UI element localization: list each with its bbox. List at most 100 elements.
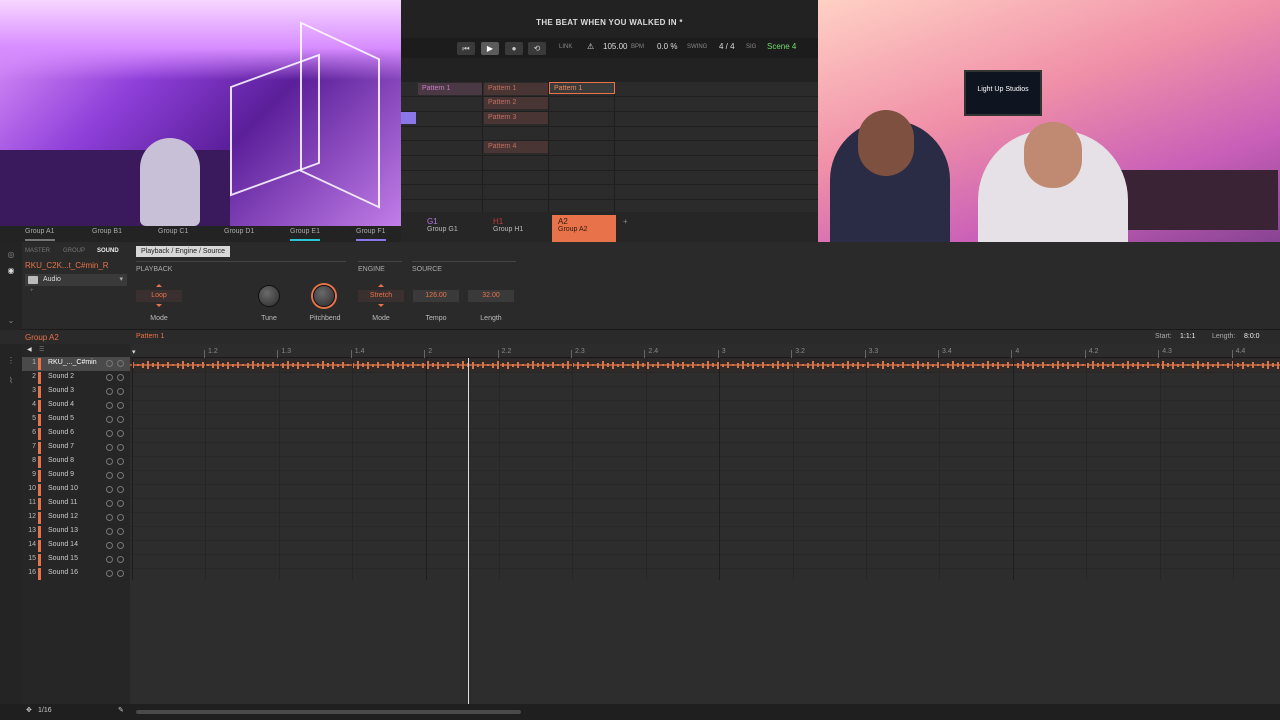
mute-toggle[interactable] [106, 542, 113, 549]
start-value[interactable]: 1:1:1 [1180, 333, 1196, 340]
solo-toggle[interactable] [117, 458, 124, 465]
link-label[interactable]: LINK [559, 44, 572, 50]
sound-row[interactable]: 6 Sound 6 [22, 427, 130, 441]
sound-row[interactable]: 16 Sound 16 [22, 567, 130, 581]
mute-toggle[interactable] [106, 458, 113, 465]
add-plugin-icon[interactable]: + [30, 288, 34, 294]
pattern-grid[interactable] [130, 358, 1280, 704]
step-resolution[interactable]: 1/16 [38, 707, 52, 714]
loop-button[interactable]: ⟲ [528, 42, 546, 55]
sound-row[interactable]: 8 Sound 8 [22, 455, 130, 469]
mute-toggle[interactable] [106, 556, 113, 563]
group-tab[interactable]: Group E1 [290, 228, 320, 235]
list-view-icon[interactable]: ☰ [39, 346, 44, 353]
mute-toggle[interactable] [106, 416, 113, 423]
group-tab[interactable]: Group C1 [158, 228, 188, 235]
pattern-clip[interactable]: Pattern 4 [484, 141, 548, 153]
page-tab[interactable]: Playback / Engine / Source [136, 246, 231, 257]
solo-toggle[interactable] [117, 486, 124, 493]
group-tab[interactable]: Group D1 [224, 228, 254, 235]
group-tab[interactable]: Group B1 [92, 228, 122, 235]
mute-toggle[interactable] [106, 570, 113, 577]
engine-mode-value[interactable]: Stretch [358, 290, 404, 302]
pattern-clip[interactable]: Pattern 2 [484, 97, 548, 109]
solo-toggle[interactable] [117, 570, 124, 577]
pattern-clip[interactable]: Pattern 1 [418, 83, 482, 95]
mute-toggle[interactable] [106, 472, 113, 479]
sound-row[interactable]: 9 Sound 9 [22, 469, 130, 483]
automation-icon[interactable]: ⌇ [6, 376, 16, 386]
mute-toggle[interactable] [106, 430, 113, 437]
timeline-ruler[interactable]: ▾ 1.2 1.3 1.4 2 2.2 2.3 2.4 3 3.2 3.3 3.4 4 4.2 4.3 4.… [130, 344, 1280, 358]
tune-knob[interactable] [258, 285, 280, 307]
solo-toggle[interactable] [117, 374, 124, 381]
mute-toggle[interactable] [106, 444, 113, 451]
play-button[interactable]: ▶ [481, 42, 499, 55]
sound-tab[interactable]: SOUND [97, 248, 119, 254]
sound-row[interactable]: 14 Sound 14 [22, 539, 130, 553]
pattern-clip[interactable]: Pattern 1 [484, 83, 548, 95]
sound-row[interactable]: 2 Sound 2 [22, 371, 130, 385]
solo-toggle[interactable] [117, 514, 124, 521]
sound-row[interactable]: 1 RKU_..._C#min [22, 357, 130, 371]
group-tab-h1[interactable]: H1 Group H1 [487, 215, 551, 242]
grid-icon[interactable]: ✥ [26, 706, 32, 714]
master-tab[interactable]: MASTER [25, 248, 50, 254]
solo-toggle[interactable] [117, 542, 124, 549]
add-group-button[interactable]: + [617, 215, 633, 242]
mute-toggle[interactable] [106, 500, 113, 507]
pattern-clip[interactable]: Pattern 3 [484, 112, 548, 124]
signature-value[interactable]: 4 / 4 [719, 42, 735, 51]
sound-row[interactable]: 12 Sound 12 [22, 511, 130, 525]
speaker-icon[interactable]: ◀ [27, 346, 32, 353]
sound-row[interactable]: 5 Sound 5 [22, 413, 130, 427]
solo-toggle[interactable] [117, 472, 124, 479]
editor-pattern-name[interactable]: Pattern 1 [136, 333, 164, 340]
sound-row[interactable]: 7 Sound 7 [22, 441, 130, 455]
sound-row[interactable]: 13 Sound 13 [22, 525, 130, 539]
pitchbend-knob[interactable] [313, 285, 335, 307]
mute-toggle[interactable] [106, 360, 113, 367]
length-value-editor[interactable]: 8:0:0 [1244, 333, 1260, 340]
solo-toggle[interactable] [117, 416, 124, 423]
pencil-icon[interactable]: ✎ [118, 706, 124, 714]
tempo-value[interactable]: 126.00 [413, 290, 459, 302]
channel-icon[interactable]: ◉ [6, 266, 16, 276]
rewind-button[interactable]: ⏮ [457, 42, 475, 55]
plugin-icon[interactable]: ◎ [6, 250, 16, 260]
sound-row[interactable]: 3 Sound 3 [22, 385, 130, 399]
group-tab-a2[interactable]: A2 Group A2 [552, 215, 616, 242]
mute-toggle[interactable] [106, 388, 113, 395]
group-tab[interactable]: Group F1 [356, 228, 386, 235]
sound-row[interactable]: 15 Sound 15 [22, 553, 130, 567]
bpm-value[interactable]: 105.00 [603, 42, 627, 51]
length-value[interactable]: 32.00 [468, 290, 514, 302]
solo-toggle[interactable] [117, 430, 124, 437]
mute-toggle[interactable] [106, 402, 113, 409]
playback-mode-value[interactable]: Loop [136, 290, 182, 302]
solo-toggle[interactable] [117, 444, 124, 451]
group-tab[interactable]: Group A1 [25, 228, 55, 235]
plugin-selector[interactable]: Audio ▾ [25, 274, 127, 286]
expand-icon[interactable]: ⌄ [6, 316, 16, 326]
record-button[interactable]: ● [505, 42, 523, 55]
horizontal-scrollbar[interactable] [136, 710, 521, 714]
solo-toggle[interactable] [117, 556, 124, 563]
swing-value[interactable]: 0.0 % [657, 42, 677, 51]
ruler-start-marker[interactable]: ▾ [132, 348, 136, 356]
solo-toggle[interactable] [117, 500, 124, 507]
playhead[interactable] [468, 358, 469, 704]
metronome-icon[interactable]: ⚠ [587, 42, 594, 51]
tracks-icon[interactable]: ⋮ [6, 356, 16, 366]
mute-toggle[interactable] [106, 486, 113, 493]
solo-toggle[interactable] [117, 402, 124, 409]
solo-toggle[interactable] [117, 388, 124, 395]
mute-toggle[interactable] [106, 374, 113, 381]
solo-toggle[interactable] [117, 528, 124, 535]
scene-indicator[interactable]: Scene 4 [767, 42, 796, 51]
pattern-clip-selected[interactable]: Pattern 1 [549, 82, 615, 94]
sound-row[interactable]: 10 Sound 10 [22, 483, 130, 497]
sound-row[interactable]: 4 Sound 4 [22, 399, 130, 413]
mute-toggle[interactable] [106, 528, 113, 535]
audio-waveform-row[interactable] [130, 358, 1280, 372]
